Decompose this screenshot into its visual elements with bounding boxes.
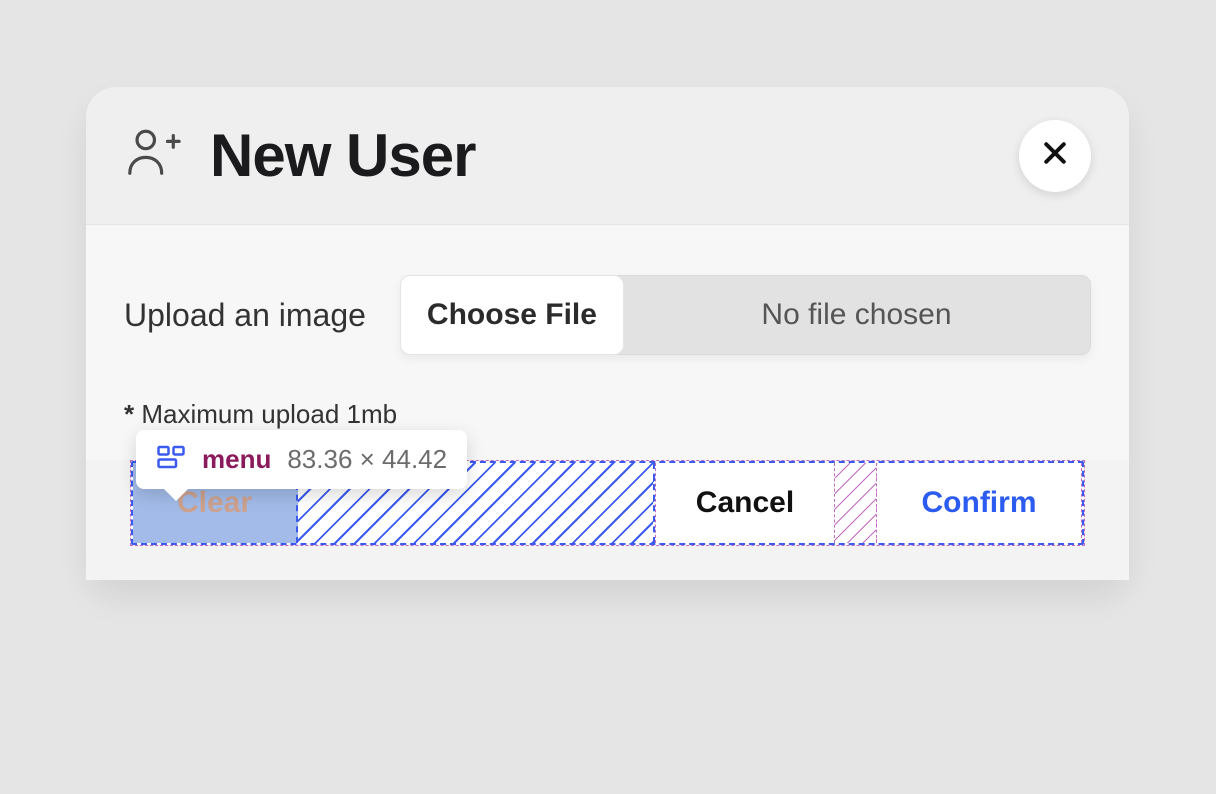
close-button[interactable] <box>1019 120 1091 192</box>
new-user-dialog: New User Upload an image Choose File No … <box>86 87 1129 580</box>
flex-gap-small <box>835 463 877 543</box>
dialog-body: Upload an image Choose File No file chos… <box>86 225 1129 460</box>
inspector-tooltip: menu 83.36 × 44.42 <box>136 430 467 489</box>
cancel-button[interactable]: Cancel <box>655 463 835 543</box>
add-user-icon <box>124 124 182 187</box>
file-input[interactable]: Choose File No file chosen <box>400 275 1091 355</box>
file-chosen-text: No file chosen <box>623 276 1090 354</box>
choose-file-button[interactable]: Choose File <box>400 275 624 355</box>
confirm-button[interactable]: Confirm <box>877 463 1082 543</box>
upload-label: Upload an image <box>124 297 366 334</box>
dialog-title: New User <box>210 121 475 190</box>
dialog-header: New User <box>86 87 1129 225</box>
inspector-dimensions: 83.36 × 44.42 <box>287 444 447 475</box>
upload-hint: * Maximum upload 1mb <box>124 399 1091 430</box>
flex-icon <box>156 442 186 477</box>
inspector-element-name: menu <box>202 444 271 475</box>
close-icon <box>1040 138 1070 173</box>
